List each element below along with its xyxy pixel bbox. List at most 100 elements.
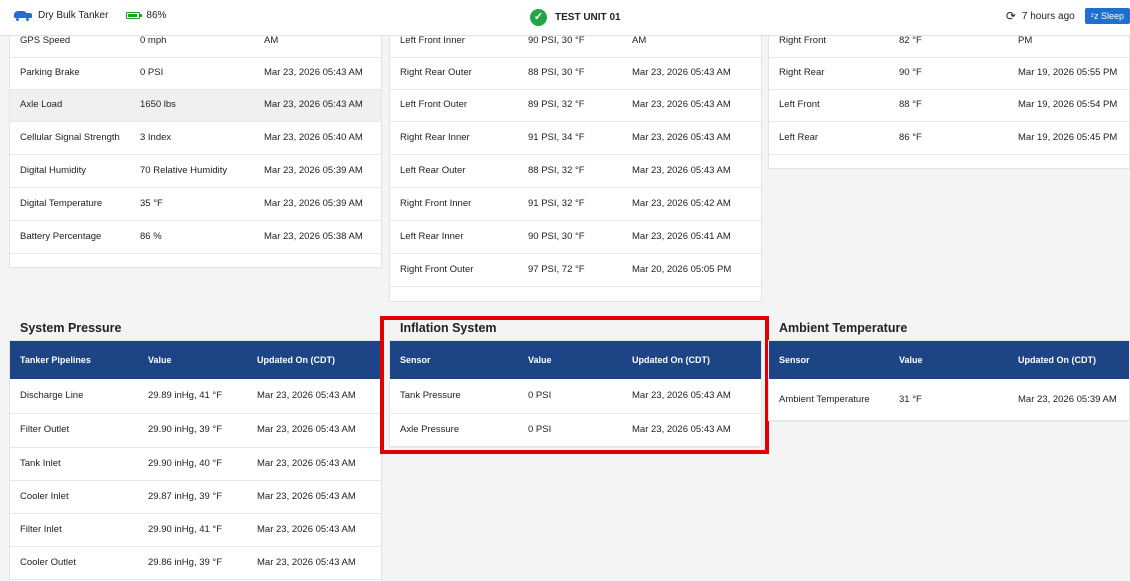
unit-name: TEST UNIT 01	[555, 12, 621, 23]
pipeline-name: Filter Outlet	[10, 413, 138, 448]
tire-name: Left Rear Inner	[390, 220, 518, 254]
sensor-value: 86 %	[130, 220, 260, 254]
hub-date: Mar 19, 2026 05:55 PM	[1014, 57, 1129, 90]
column-header[interactable]: Value	[138, 341, 253, 379]
system-pressure-table: Tanker Pipelines Value Updated On (CDT) …	[10, 341, 381, 580]
table-row: Cooler Outlet 29.86 inHg, 39 °F Mar 23, …	[10, 546, 381, 580]
tire-value: 89 PSI, 32 °F	[518, 89, 628, 122]
sensor-name: Axle Load	[10, 89, 130, 122]
ambient-temperature-title: Ambient Temperature	[779, 321, 908, 335]
tire-value: 90 PSI, 30 °F	[518, 220, 628, 254]
hub-card: Right Front 82 °F PM Right Rear 90 °F Ma…	[768, 24, 1130, 169]
top-bar: Dry Bulk Tanker 86% ✓ TEST UNIT 01 ⟳ 7 h…	[0, 0, 1130, 36]
column-header[interactable]: Updated On (CDT)	[1014, 341, 1129, 379]
column-header[interactable]: Tanker Pipelines	[10, 341, 138, 379]
pipeline-date: Mar 23, 2026 05:43 AM	[253, 413, 381, 448]
sensors-table: GPS Speed 0 mph AM Parking Brake 0 PSI M…	[10, 25, 381, 254]
table-row: Right Rear Outer 88 PSI, 30 °F Mar 23, 2…	[390, 57, 761, 90]
tire-value: 91 PSI, 32 °F	[518, 187, 628, 221]
sensor-date: Mar 23, 2026 05:40 AM	[260, 121, 381, 155]
tire-value: 91 PSI, 34 °F	[518, 121, 628, 155]
highlight-box	[380, 316, 769, 454]
table-row: Tank Inlet 29.90 inHg, 40 °F Mar 23, 202…	[10, 447, 381, 481]
table-row: Digital Temperature 35 °F Mar 23, 2026 0…	[10, 187, 381, 221]
hub-name: Left Rear	[769, 121, 889, 155]
column-header[interactable]: Updated On (CDT)	[253, 341, 381, 379]
pipeline-value: 29.87 inHg, 39 °F	[138, 480, 253, 514]
last-seen-area: ⟳ 7 hours ago ᶻz Sleep	[1006, 8, 1130, 24]
pipeline-name: Filter Inlet	[10, 513, 138, 547]
table-row: Ambient Temperature 31 °F Mar 23, 2026 0…	[769, 379, 1129, 422]
table-row: Left Rear 86 °F Mar 19, 2026 05:45 PM	[769, 121, 1129, 155]
system-pressure-card: Tanker Pipelines Value Updated On (CDT) …	[9, 340, 382, 581]
table-row: Discharge Line 29.89 inHg, 41 °F Mar 23,…	[10, 379, 381, 414]
column-header[interactable]: Sensor	[769, 341, 889, 379]
pipeline-name: Tank Inlet	[10, 447, 138, 481]
pipeline-date: Mar 23, 2026 05:43 AM	[253, 480, 381, 514]
hub-name: Right Rear	[769, 57, 889, 90]
ambient-sensor-date: Mar 23, 2026 05:39 AM	[1014, 379, 1129, 422]
vehicle-info: Dry Bulk Tanker 86%	[14, 10, 166, 21]
tire-date: Mar 23, 2026 05:43 AM	[628, 121, 761, 155]
hub-value: 90 °F	[889, 57, 1014, 90]
tire-date: Mar 23, 2026 05:43 AM	[628, 57, 761, 90]
sensor-name: Parking Brake	[10, 57, 130, 90]
table-row: Left Rear Inner 90 PSI, 30 °F Mar 23, 20…	[390, 220, 761, 254]
pipeline-name: Cooler Outlet	[10, 546, 138, 580]
hub-value: 86 °F	[889, 121, 1014, 155]
tire-date: Mar 20, 2026 05:05 PM	[628, 253, 761, 287]
history-clock-icon: ⟳	[1005, 9, 1016, 23]
table-row: Left Front 88 °F Mar 19, 2026 05:54 PM	[769, 89, 1129, 122]
ambient-temperature-table: Sensor Value Updated On (CDT) Ambient Te…	[769, 341, 1129, 422]
sensor-value: 70 Relative Humidity	[130, 154, 260, 188]
sensor-date: Mar 23, 2026 05:38 AM	[260, 220, 381, 254]
tire-date: Mar 23, 2026 05:43 AM	[628, 154, 761, 188]
sensor-name: Battery Percentage	[10, 220, 130, 254]
tire-value: 88 PSI, 30 °F	[518, 57, 628, 90]
tire-card: Left Front Inner 90 PSI, 30 °F AM Right …	[389, 24, 762, 302]
pipeline-date: Mar 23, 2026 05:43 AM	[253, 546, 381, 580]
hub-date: Mar 19, 2026 05:54 PM	[1014, 89, 1129, 122]
battery-percent: 86%	[146, 10, 167, 21]
sensor-name: Digital Humidity	[10, 154, 130, 188]
table-row: Filter Outlet 29.90 inHg, 39 °F Mar 23, …	[10, 413, 381, 448]
sensor-value: 0 PSI	[130, 57, 260, 90]
sensor-date: Mar 23, 2026 05:43 AM	[260, 89, 381, 122]
table-row: Axle Load 1650 lbs Mar 23, 2026 05:43 AM	[10, 89, 381, 122]
battery-icon	[126, 12, 143, 19]
tire-name: Right Rear Outer	[390, 57, 518, 90]
ambient-sensor-value: 31 °F	[889, 379, 1014, 422]
table-row: Battery Percentage 86 % Mar 23, 2026 05:…	[10, 220, 381, 254]
sensor-value: 35 °F	[130, 187, 260, 221]
table-row: Right Front Inner 91 PSI, 32 °F Mar 23, …	[390, 187, 761, 221]
vehicle-name: Dry Bulk Tanker	[38, 10, 109, 21]
table-row: Digital Humidity 70 Relative Humidity Ma…	[10, 154, 381, 188]
sensor-name: Digital Temperature	[10, 187, 130, 221]
tire-date: Mar 23, 2026 05:43 AM	[628, 89, 761, 122]
sensor-value: 1650 lbs	[130, 89, 260, 122]
sensor-date: Mar 23, 2026 05:39 AM	[260, 187, 381, 221]
pipeline-value: 29.90 inHg, 41 °F	[138, 513, 253, 547]
tanker-icon	[14, 10, 32, 21]
table-header: Tanker Pipelines Value Updated On (CDT)	[10, 341, 381, 379]
check-circle-icon: ✓	[530, 9, 547, 26]
tire-name: Right Rear Inner	[390, 121, 518, 155]
system-pressure-title: System Pressure	[20, 321, 122, 335]
pipeline-value: 29.90 inHg, 40 °F	[138, 447, 253, 481]
sleep-button[interactable]: ᶻz Sleep	[1084, 8, 1130, 24]
column-header[interactable]: Value	[889, 341, 1014, 379]
ambient-sensor-name: Ambient Temperature	[769, 379, 889, 422]
table-row: Filter Inlet 29.90 inHg, 41 °F Mar 23, 2…	[10, 513, 381, 547]
last-seen-text: 7 hours ago	[1021, 10, 1075, 22]
tire-date: Mar 23, 2026 05:42 AM	[628, 187, 761, 221]
hub-value: 88 °F	[889, 89, 1014, 122]
tire-name: Left Front Outer	[390, 89, 518, 122]
tire-table: Left Front Inner 90 PSI, 30 °F AM Right …	[390, 25, 761, 287]
pipeline-name: Discharge Line	[10, 379, 138, 414]
pipeline-date: Mar 23, 2026 05:43 AM	[253, 447, 381, 481]
pipeline-date: Mar 23, 2026 05:43 AM	[253, 513, 381, 547]
table-header: Sensor Value Updated On (CDT)	[769, 341, 1129, 379]
pipeline-value: 29.90 inHg, 39 °F	[138, 413, 253, 448]
sleep-label: Sleep	[1100, 11, 1124, 21]
hub-name: Left Front	[769, 89, 889, 122]
